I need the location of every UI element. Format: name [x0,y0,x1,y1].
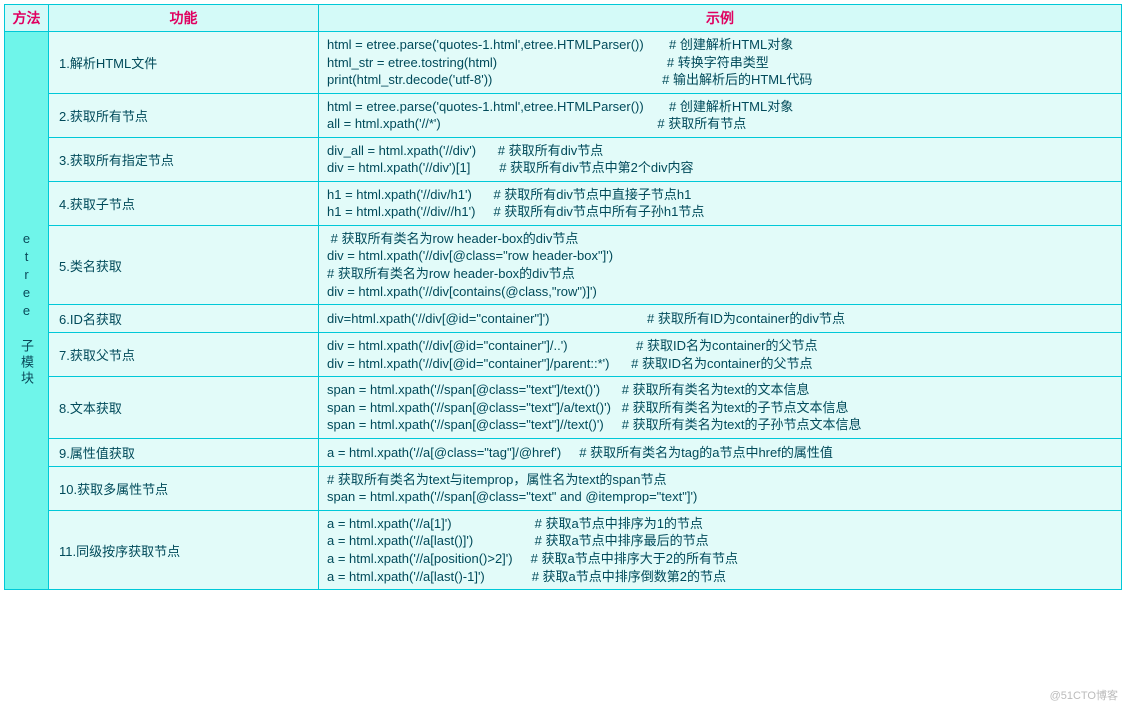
table-row: 10.获取多属性节点# 获取所有类名为text与itemprop，属性名为tex… [5,466,1122,510]
header-row: 方法 功能 示例 [5,5,1122,32]
func-cell: 5.类名获取 [49,225,319,304]
table-row: 3.获取所有指定节点div_all = html.xpath('//div') … [5,137,1122,181]
watermark: @51CTO博客 [1050,687,1118,703]
example-cell: div = html.xpath('//div[@id="container"]… [319,333,1122,377]
func-cell: 2.获取所有节点 [49,93,319,137]
table-row: 11.同级按序获取节点a = html.xpath('//a[1]') # 获取… [5,510,1122,589]
func-cell: 9.属性值获取 [49,438,319,466]
example-cell: div=html.xpath('//div[@id="container"]')… [319,305,1122,333]
table-row: 2.获取所有节点html = etree.parse('quotes-1.htm… [5,93,1122,137]
table-row: 4.获取子节点h1 = html.xpath('//div/h1') # 获取所… [5,181,1122,225]
example-cell: # 获取所有类名为text与itemprop，属性名为text的span节点 s… [319,466,1122,510]
table-row: 7.获取父节点div = html.xpath('//div[@id="cont… [5,333,1122,377]
table-row: 8.文本获取span = html.xpath('//span[@class="… [5,377,1122,439]
table-row: 6.ID名获取div=html.xpath('//div[@id="contai… [5,305,1122,333]
table-row: 9.属性值获取a = html.xpath('//a[@class="tag"]… [5,438,1122,466]
table-row: etree 子模块1.解析HTML文件html = etree.parse('q… [5,32,1122,94]
func-cell: 7.获取父节点 [49,333,319,377]
example-cell: html = etree.parse('quotes-1.html',etree… [319,32,1122,94]
func-cell: 1.解析HTML文件 [49,32,319,94]
func-cell: 11.同级按序获取节点 [49,510,319,589]
func-cell: 8.文本获取 [49,377,319,439]
func-cell: 10.获取多属性节点 [49,466,319,510]
header-method: 方法 [5,5,49,32]
reference-table: 方法 功能 示例 etree 子模块1.解析HTML文件html = etree… [4,4,1122,590]
func-cell: 3.获取所有指定节点 [49,137,319,181]
func-cell: 4.获取子节点 [49,181,319,225]
method-cell: etree 子模块 [5,32,49,590]
example-cell: html = etree.parse('quotes-1.html',etree… [319,93,1122,137]
example-cell: h1 = html.xpath('//div/h1') # 获取所有div节点中… [319,181,1122,225]
example-cell: div_all = html.xpath('//div') # 获取所有div节… [319,137,1122,181]
sidebar-label: etree 子模块 [17,231,36,387]
example-cell: a = html.xpath('//a[1]') # 获取a节点中排序为1的节点… [319,510,1122,589]
header-func: 功能 [49,5,319,32]
func-cell: 6.ID名获取 [49,305,319,333]
header-example: 示例 [319,5,1122,32]
example-cell: # 获取所有类名为row header-box的div节点 div = html… [319,225,1122,304]
table-row: 5.类名获取 # 获取所有类名为row header-box的div节点 div… [5,225,1122,304]
example-cell: span = html.xpath('//span[@class="text"]… [319,377,1122,439]
example-cell: a = html.xpath('//a[@class="tag"]/@href'… [319,438,1122,466]
